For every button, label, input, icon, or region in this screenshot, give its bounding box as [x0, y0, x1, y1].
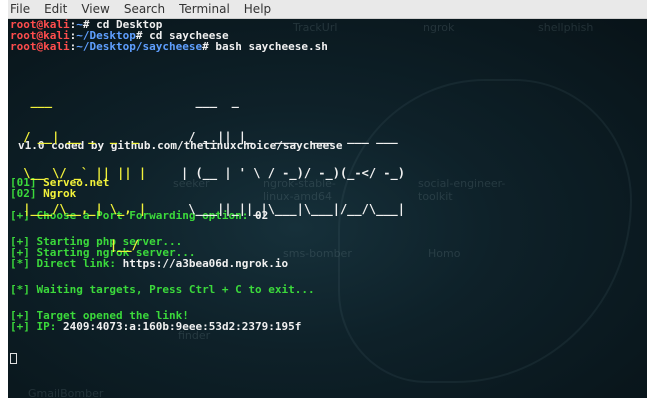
waiting-line: [*] Waiting targets, Press Ctrl + C to e…	[10, 283, 315, 296]
menu-view[interactable]: View	[74, 2, 116, 16]
bg-label-homo: Homo	[428, 247, 461, 260]
menu-edit[interactable]: Edit	[37, 2, 74, 16]
menu-bar: File Edit View Search Terminal Help	[8, 0, 647, 19]
terminal-area[interactable]: TrackUrl ngrok shellphish seeker ngrok-s…	[8, 19, 647, 398]
banner-cheese: ___ _ / __|| |_ ___ ___ ___ ___ | (__ | …	[181, 94, 420, 216]
saycheese-banner: ___ / __| __ _ _ _ \__ \/ _` || || | |__…	[16, 71, 405, 251]
bg-label-shellphish: shellphish	[538, 21, 594, 34]
bg-label-gmailbomber: GmailBomber	[28, 387, 104, 398]
ip-line: [+] IP: 2409:4073:a:160b:9eee:53d2:2379:…	[10, 320, 302, 333]
bg-label-trackurl: TrackUrl	[293, 21, 338, 34]
terminal-cursor	[10, 353, 17, 364]
menu-help[interactable]: Help	[237, 2, 278, 16]
banner-say: ___ / __| __ _ _ _ \__ \/ _` || || | |__…	[16, 94, 168, 252]
bg-label-ngrok: ngrok	[423, 21, 455, 34]
menu-terminal[interactable]: Terminal	[172, 2, 237, 16]
terminal-window: File Edit View Search Terminal Help Trac…	[8, 0, 647, 398]
menu-file[interactable]: File	[8, 2, 37, 16]
prompt-line-3: root@kali:~/Desktop/saycheese# bash sayc…	[10, 40, 328, 53]
bg-label-set: social-engineer-toolkit	[418, 177, 506, 203]
menu-search[interactable]: Search	[117, 2, 172, 16]
